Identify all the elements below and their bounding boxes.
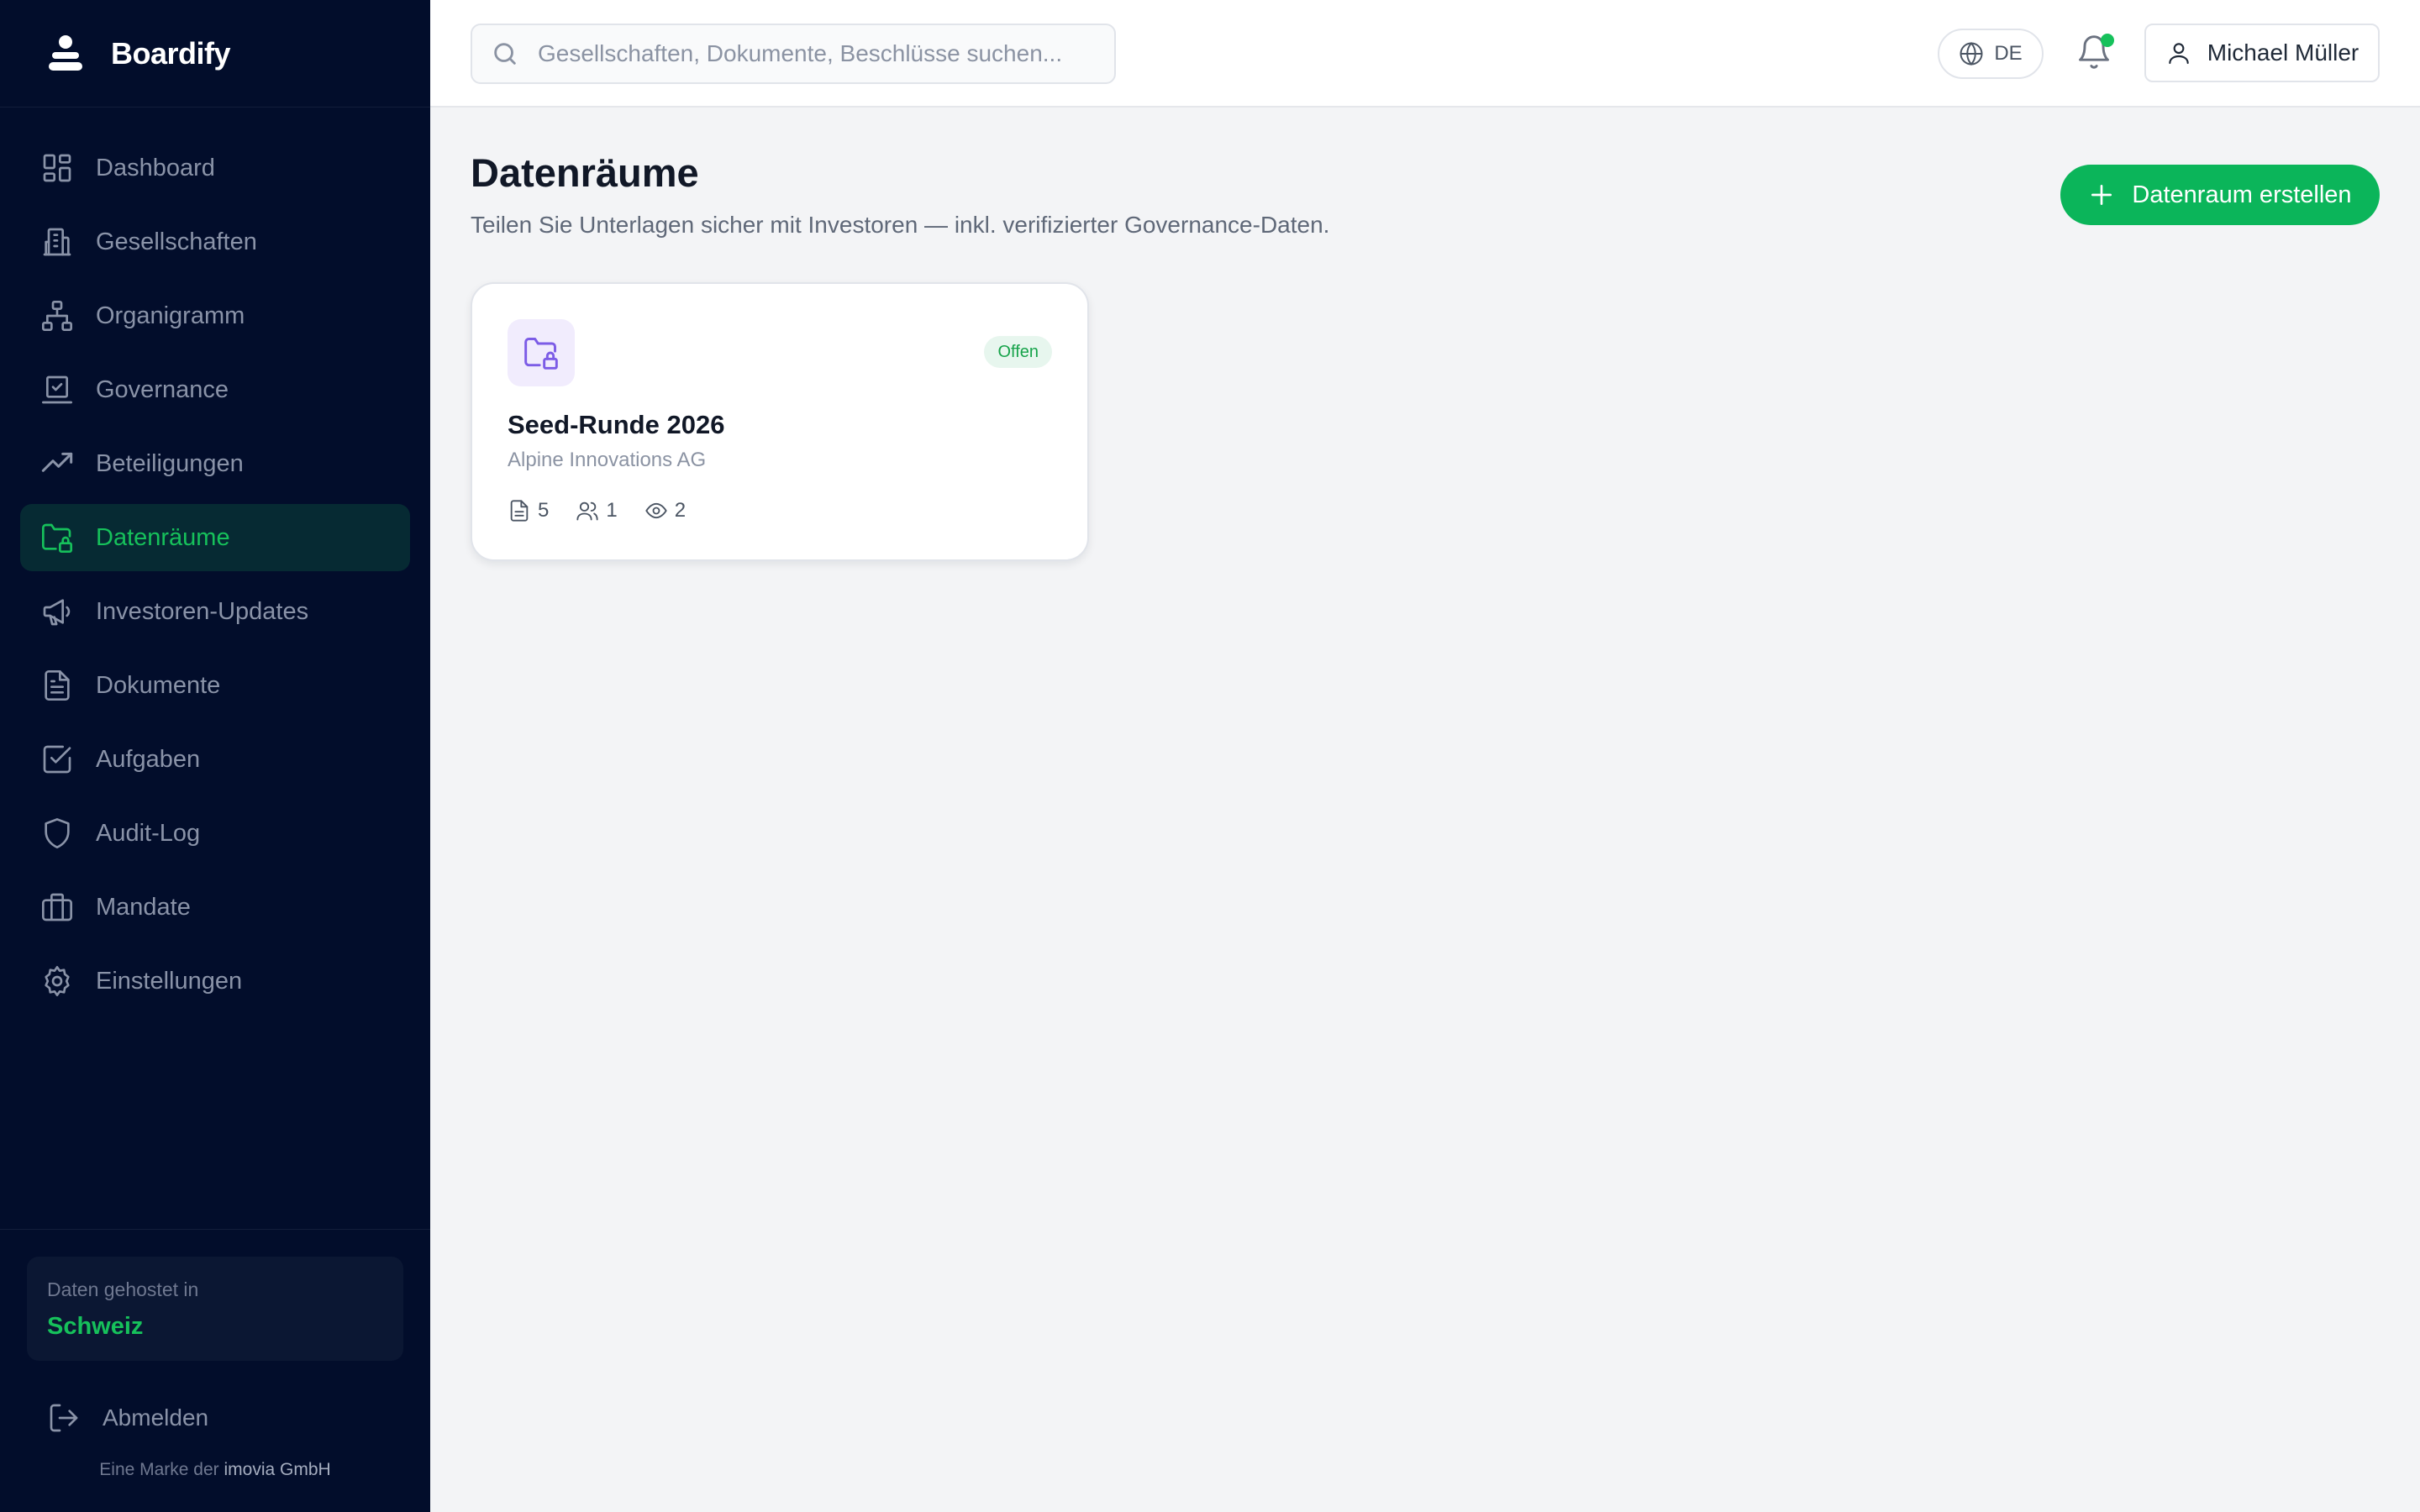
sidebar-item-label: Gesellschaften bbox=[96, 228, 257, 255]
megaphone-icon bbox=[43, 599, 71, 626]
members-count-value: 1 bbox=[606, 499, 618, 522]
sidebar-item-aufgaben[interactable]: Aufgaben bbox=[20, 726, 410, 793]
sidebar: Boardify Dashboard Gesellschaften Organi… bbox=[0, 0, 430, 1512]
user-icon bbox=[2169, 43, 2189, 65]
file-text-icon bbox=[45, 670, 70, 701]
sidebar-item-investoren-updates[interactable]: Investoren-Updates bbox=[20, 578, 410, 645]
file-text-icon bbox=[510, 500, 529, 522]
brand[interactable]: Boardify bbox=[0, 0, 430, 108]
dataroom-icon-wrap bbox=[508, 319, 575, 386]
logout-button[interactable]: Abmelden bbox=[47, 1399, 430, 1436]
users-icon bbox=[576, 501, 598, 521]
sidebar-item-dokumente[interactable]: Dokumente bbox=[20, 652, 410, 719]
user-menu-button[interactable]: Michael Müller bbox=[2144, 24, 2380, 82]
boardify-logo-icon bbox=[49, 34, 82, 71]
page-title: Datenräume bbox=[471, 150, 699, 195]
brand-footer: Eine Marke der imovia GmbH bbox=[0, 1460, 430, 1480]
sidebar-item-beteiligungen[interactable]: Beteiligungen bbox=[20, 430, 410, 497]
sidebar-item-label: Aufgaben bbox=[96, 745, 201, 773]
sidebar-item-label: Governance bbox=[96, 375, 229, 403]
logout-icon bbox=[50, 1404, 78, 1432]
search-box[interactable] bbox=[471, 24, 1116, 84]
sidebar-item-dashboard[interactable]: Dashboard bbox=[20, 134, 410, 202]
footer-prefix: Eine Marke der bbox=[99, 1460, 219, 1479]
sidebar-item-label: Mandate bbox=[96, 893, 191, 921]
sidebar-item-organigramm[interactable]: Organigramm bbox=[20, 282, 410, 349]
documents-count-value: 5 bbox=[538, 499, 550, 522]
logout-label: Abmelden bbox=[103, 1404, 209, 1431]
documents-count: 5 bbox=[508, 499, 549, 522]
views-count-value: 2 bbox=[674, 499, 687, 522]
folder-lock-icon bbox=[42, 523, 72, 553]
sidebar-item-governance[interactable]: Governance bbox=[20, 356, 410, 423]
topbar: DE Michael Müller bbox=[430, 0, 2420, 108]
status-badge: Offen bbox=[984, 336, 1052, 368]
sidebar-item-einstellungen[interactable]: Einstellungen bbox=[20, 948, 410, 1015]
gear-icon bbox=[45, 966, 70, 996]
language-switch[interactable]: DE bbox=[1938, 29, 2044, 79]
sidebar-nav: Dashboard Gesellschaften Organigramm Gov… bbox=[0, 108, 430, 1229]
sidebar-item-mandate[interactable]: Mandate bbox=[20, 874, 410, 941]
create-dataroom-button[interactable]: Datenraum erstellen bbox=[2060, 165, 2380, 225]
dataroom-card[interactable]: Offen Seed-Runde 2026 Alpine Innovations… bbox=[471, 282, 1089, 561]
briefcase-icon bbox=[42, 893, 72, 921]
trending-up-icon bbox=[41, 452, 73, 472]
shield-icon bbox=[45, 818, 70, 848]
notification-dot bbox=[2101, 34, 2114, 47]
footer-company: imovia GmbH bbox=[224, 1460, 331, 1479]
sidebar-item-label: Organigramm bbox=[96, 302, 245, 329]
sidebar-item-label: Beteiligungen bbox=[96, 449, 244, 477]
plus-icon bbox=[2091, 185, 2112, 205]
search-icon bbox=[494, 43, 516, 65]
sidebar-item-audit-log[interactable]: Audit-Log bbox=[20, 800, 410, 867]
app-name: Boardify bbox=[111, 35, 231, 71]
sidebar-item-label: Dashboard bbox=[96, 154, 215, 181]
sidebar-item-label: Audit-Log bbox=[96, 819, 201, 847]
hosting-info: Daten gehostet in Schweiz bbox=[27, 1257, 403, 1361]
sidebar-item-datenraeume[interactable]: Datenräume bbox=[20, 504, 410, 571]
sidebar-item-gesellschaften[interactable]: Gesellschaften bbox=[20, 208, 410, 276]
org-chart-icon bbox=[42, 301, 72, 331]
dataroom-stats: 5 1 2 bbox=[508, 499, 713, 522]
building-icon bbox=[43, 228, 71, 256]
check-square-icon bbox=[43, 745, 71, 774]
views-count: 2 bbox=[644, 499, 686, 522]
language-label: DE bbox=[1994, 42, 2023, 65]
sidebar-item-label: Dokumente bbox=[96, 671, 221, 699]
search-input[interactable] bbox=[538, 40, 1109, 67]
page-subtitle: Teilen Sie Unterlagen sicher mit Investo… bbox=[471, 212, 1330, 238]
members-count: 1 bbox=[576, 499, 618, 522]
sidebar-item-label: Datenräume bbox=[96, 523, 230, 551]
create-dataroom-label: Datenraum erstellen bbox=[2132, 181, 2352, 208]
notifications-button[interactable] bbox=[2075, 34, 2116, 74]
folder-lock-icon bbox=[524, 338, 558, 370]
sidebar-item-label: Investoren-Updates bbox=[96, 597, 309, 625]
sidebar-item-label: Einstellungen bbox=[96, 967, 243, 995]
eye-icon bbox=[644, 502, 667, 519]
hosting-label: Daten gehostet in bbox=[47, 1278, 199, 1300]
dashboard-icon bbox=[43, 154, 71, 182]
globe-icon bbox=[1960, 41, 1983, 66]
dataroom-title: Seed-Runde 2026 bbox=[508, 410, 725, 439]
dataroom-company: Alpine Innovations AG bbox=[508, 449, 707, 471]
user-name: Michael Müller bbox=[2207, 39, 2360, 66]
hosting-country: Schweiz bbox=[47, 1313, 144, 1340]
governance-icon bbox=[42, 375, 72, 404]
